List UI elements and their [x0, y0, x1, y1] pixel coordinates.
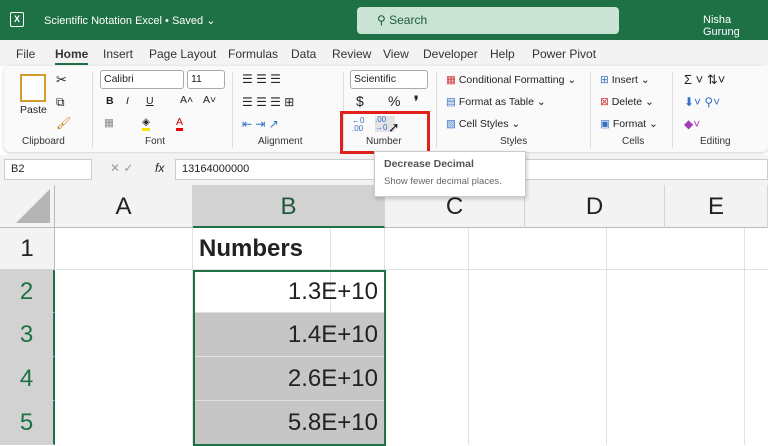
editing-group-label: Editing: [700, 136, 731, 147]
row-divider: [56, 269, 768, 270]
font-name-select[interactable]: Calibri: [100, 70, 184, 89]
font-size-select[interactable]: 11: [187, 70, 225, 89]
divider: [436, 72, 437, 148]
row-header-3[interactable]: 3: [0, 313, 55, 357]
comma-button[interactable]: ❜: [414, 93, 419, 110]
row-header-1[interactable]: 1: [0, 228, 55, 270]
row-header-2[interactable]: 2: [0, 270, 55, 313]
column-header-e[interactable]: E: [665, 185, 768, 228]
excel-logo-icon: X: [10, 12, 24, 27]
tab-page-layout[interactable]: Page Layout: [149, 47, 216, 61]
search-icon: ⚲: [377, 13, 390, 27]
fill-icon[interactable]: ⬇˅ ⚲˅: [684, 95, 720, 109]
ribbon-tabs: File Home Insert Page Layout Formulas Da…: [0, 40, 768, 66]
tab-file[interactable]: File: [16, 47, 35, 61]
percent-button[interactable]: %: [388, 93, 400, 109]
tab-review[interactable]: Review: [332, 47, 371, 61]
delete-icon: ⊠: [600, 96, 612, 108]
number-format-select[interactable]: Scientific: [350, 70, 428, 89]
user-name[interactable]: Nisha Gurung: [703, 14, 768, 38]
tooltip-title: Decrease Decimal: [384, 158, 474, 170]
font-color-icon[interactable]: A: [176, 116, 184, 131]
conditional-formatting-button[interactable]: ▦ Conditional Formatting ⌄: [446, 74, 576, 86]
format-as-table-button[interactable]: ▤ Format as Table ⌄: [446, 96, 546, 108]
cell-styles-icon: ▧: [446, 118, 459, 130]
tab-view[interactable]: View: [383, 47, 409, 61]
cell-b1[interactable]: Numbers: [193, 228, 385, 270]
insert-icon: ⊞: [600, 74, 612, 86]
cell-styles-button[interactable]: ▧ Cell Styles ⌄: [446, 118, 520, 130]
bold-button[interactable]: B: [106, 95, 114, 107]
divider: [672, 72, 673, 148]
tab-insert[interactable]: Insert: [103, 47, 133, 61]
selection-border: [193, 270, 386, 446]
row-header-5[interactable]: 5: [0, 401, 55, 445]
highlight-box: [340, 111, 430, 154]
delete-cells-button[interactable]: ⊠ Delete ⌄: [600, 96, 654, 108]
search-box[interactable]: ⚲ Search: [357, 7, 619, 34]
search-label: Search: [389, 13, 428, 27]
conditional-formatting-icon: ▦: [446, 74, 459, 86]
column-header-d[interactable]: D: [525, 185, 665, 228]
fill-color-icon[interactable]: ◈: [142, 116, 151, 131]
tab-help[interactable]: Help: [490, 47, 515, 61]
insert-cells-button[interactable]: ⊞ Insert ⌄: [600, 74, 650, 86]
borders-icon[interactable]: ▦: [104, 117, 114, 129]
cut-icon[interactable]: ✂: [56, 72, 67, 88]
table-icon: ▤: [446, 96, 459, 108]
align-top-icon[interactable]: ☰ ☰ ☰: [242, 72, 281, 86]
increase-font-icon[interactable]: A˄: [180, 94, 193, 106]
align-left-icon[interactable]: ☰ ☰ ☰ ⊞: [242, 95, 294, 109]
currency-button[interactable]: $: [356, 93, 364, 109]
tab-developer[interactable]: Developer: [423, 47, 478, 61]
format-painter-icon[interactable]: 🖌: [56, 116, 71, 130]
italic-button[interactable]: I: [126, 95, 129, 107]
tooltip: Decrease Decimal Show fewer decimal plac…: [374, 151, 526, 197]
tab-formulas[interactable]: Formulas: [228, 47, 278, 61]
tab-data[interactable]: Data: [291, 47, 316, 61]
clipboard-group-label: Clipboard: [22, 136, 65, 147]
document-title[interactable]: Scientific Notation Excel • Saved ⌄: [44, 14, 215, 27]
name-box[interactable]: B2: [4, 159, 92, 180]
column-header-b[interactable]: B: [193, 185, 385, 228]
tab-home[interactable]: Home: [55, 47, 89, 65]
tab-power-pivot[interactable]: Power Pivot: [532, 47, 596, 61]
row-header-4[interactable]: 4: [0, 357, 55, 401]
divider: [232, 72, 233, 148]
indent-icon[interactable]: ⇤ ⇥ ↗: [242, 117, 279, 131]
title-bar: X Scientific Notation Excel • Saved ⌄ ⚲ …: [0, 0, 768, 40]
divider: [92, 72, 93, 148]
autosum-icon[interactable]: Σ ˅ ⇅˅: [684, 72, 725, 88]
alignment-group-label: Alignment: [258, 136, 303, 147]
cells-group-label: Cells: [622, 136, 645, 147]
cancel-confirm-icons[interactable]: ✕ ✓: [110, 161, 133, 175]
styles-group-label: Styles: [500, 136, 528, 147]
insert-function-button[interactable]: fx: [155, 161, 164, 175]
format-cells-button[interactable]: ▣ Format ⌄: [600, 118, 658, 130]
paste-icon[interactable]: [20, 74, 46, 102]
paste-button[interactable]: Paste: [20, 104, 47, 116]
copy-icon[interactable]: ⧉: [56, 95, 65, 110]
divider: [590, 72, 591, 148]
underline-button[interactable]: U: [146, 95, 154, 107]
font-group-label: Font: [145, 136, 166, 147]
tooltip-description: Show fewer decimal places.: [384, 176, 502, 187]
column-header-a[interactable]: A: [55, 185, 193, 228]
grid: [55, 228, 768, 445]
decrease-font-icon[interactable]: A˅: [203, 94, 216, 106]
clear-icon[interactable]: ◆˅: [684, 117, 700, 131]
format-icon: ▣: [600, 118, 613, 130]
select-all-button[interactable]: [0, 185, 55, 228]
